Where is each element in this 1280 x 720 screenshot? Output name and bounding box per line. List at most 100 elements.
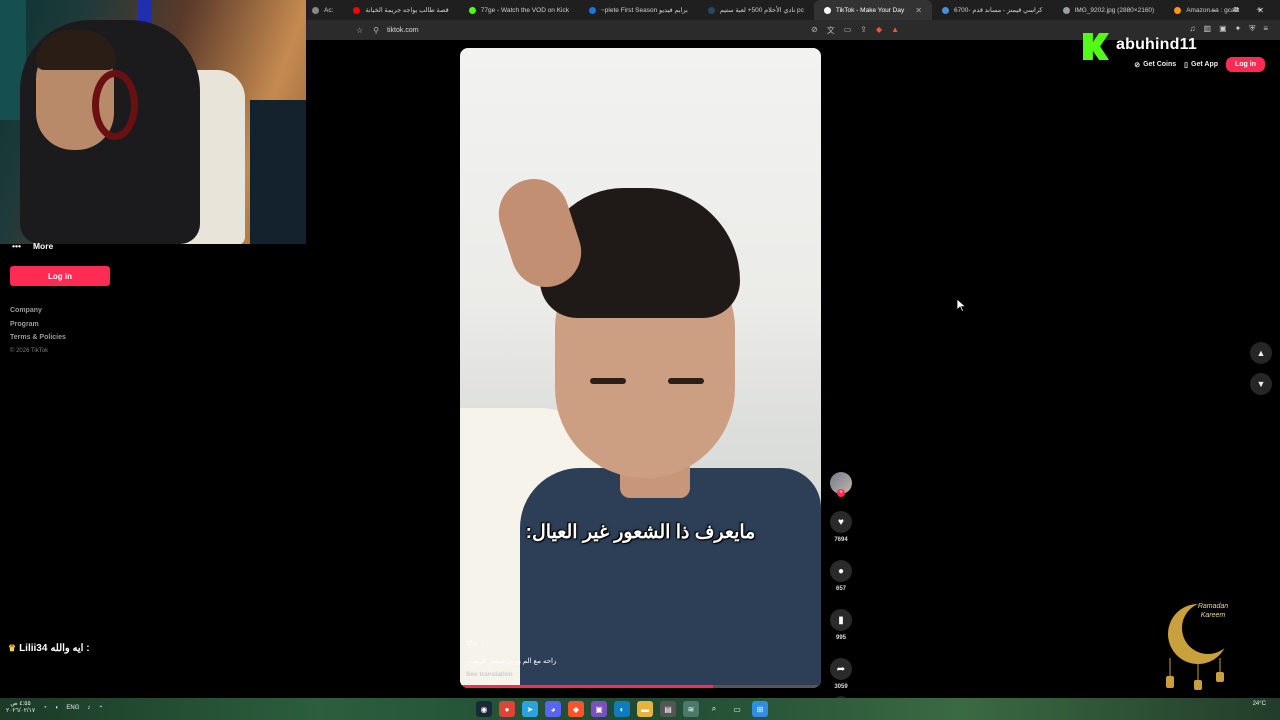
discord-app-icon[interactable]: ◕ — [545, 701, 561, 717]
telegram-app-icon[interactable]: ➤ — [522, 701, 538, 717]
clock-left: ٤:٥٥ ص ٢٠٢٦/٠٢/١٧ — [6, 701, 35, 715]
restore-button[interactable]: ⧉ — [1234, 5, 1240, 15]
chevron-down-icon: ▼ — [1256, 379, 1266, 389]
search-icon[interactable]: ⌕ — [706, 701, 722, 717]
translate-icon[interactable]: 文 — [827, 25, 835, 36]
tray-right: 24°C — [1253, 700, 1266, 708]
browser-tab[interactable]: 77ge - Watch the VOD on Kick — [459, 0, 579, 20]
browser-tab[interactable]: IMG_9202.jpg (2880×2160) — [1053, 0, 1165, 20]
taskbar-apps: ◉ ● ➤ ◕ ◆ ▣ ◐ ▬ ▤ ≋ ⌕ ▭ ⊞ — [476, 701, 768, 717]
extension-icon[interactable]: ♫ — [1190, 24, 1196, 34]
vpn-icon[interactable]: ⛨ — [1249, 24, 1255, 34]
terms-link[interactable]: Terms & Policies — [10, 334, 66, 348]
browser-tab[interactable]: Ac: — [302, 0, 343, 20]
video-subject-eye — [668, 378, 704, 384]
heart-icon: ♥ — [838, 516, 844, 528]
app-icon[interactable]: ▣ — [591, 701, 607, 717]
browser-tab[interactable]: ~plete First Season برايم فيديو — [579, 0, 698, 20]
steam-app-icon[interactable]: ◉ — [476, 701, 492, 717]
tab-label: نادي الأحلام 500+ لعبة ستيم pc — [719, 7, 804, 14]
sidebar-more[interactable]: ••• More — [12, 241, 53, 251]
windows-taskbar: ٤:٥٥ ص ٢٠٢٦/٠٢/١٧ ◔ ◖ ENG ♪ ⌃ ◉ ● ➤ ◕ ◆ … — [0, 698, 1280, 720]
cast-icon[interactable]: ▭ — [844, 25, 852, 36]
task-view-icon[interactable]: ▭ — [729, 701, 745, 717]
browser-tab-active[interactable]: TikTok - Make Your Day ✕ — [813, 0, 932, 20]
close-window-button[interactable]: ✕ — [1257, 6, 1264, 15]
video-player[interactable]: مايعرف ذا الشعور غير العيال: q1u_i راحه … — [460, 48, 821, 688]
share-arrow-icon: ➦ — [836, 663, 846, 675]
video-progress-bar[interactable] — [460, 685, 821, 688]
wallet-icon[interactable]: ▣ — [1219, 24, 1227, 34]
save-button[interactable]: ▮ — [830, 609, 852, 631]
video-subject-eye — [590, 378, 626, 384]
brave-app-icon[interactable]: ◆ — [568, 701, 584, 717]
url-field[interactable]: tiktok.com — [387, 27, 419, 34]
browser-tab[interactable]: قصة طالب يواجه جريمة الخيانة — [343, 0, 458, 20]
brave-shield-icon[interactable]: ◆ — [876, 25, 882, 36]
tab-label: قصة طالب يواجه جريمة الخيانة — [365, 7, 449, 14]
follow-plus-icon[interactable]: + — [837, 489, 845, 497]
file-explorer-icon[interactable]: ▬ — [637, 701, 653, 717]
site-info-icon[interactable]: ⚲ — [373, 26, 379, 35]
company-link[interactable]: Company — [10, 307, 66, 321]
chat-username: Lilii34 — [19, 643, 48, 654]
video-username[interactable]: q1u_i — [466, 640, 483, 647]
edge-app-icon[interactable]: ◐ — [614, 701, 630, 717]
get-coins-button[interactable]: ⊘ Get Coins — [1134, 61, 1176, 69]
sidebar-icon[interactable]: ▥ — [1204, 24, 1212, 34]
like-count: 7694 — [834, 537, 848, 543]
see-translation-link[interactable]: See translation — [466, 671, 513, 678]
creator-avatar[interactable]: + — [830, 472, 852, 497]
cam-headset — [92, 70, 138, 140]
comment-count: 657 — [835, 586, 846, 592]
program-link[interactable]: Program — [10, 321, 66, 335]
chrome-app-icon[interactable]: ● — [499, 701, 515, 717]
comment-icon: ● — [837, 565, 845, 577]
weather-temp[interactable]: 24°C — [1253, 701, 1266, 707]
comment-button[interactable]: ● — [830, 560, 852, 582]
chat-text: ايه والله : — [50, 643, 90, 654]
kick-favicon-icon — [468, 6, 476, 14]
previous-video-button[interactable]: ▲ — [1250, 342, 1272, 364]
browser-tab[interactable]: نادي الأحلام 500+ لعبة ستيم pc — [698, 0, 814, 20]
extension-icons: ♫ ▥ ▣ ✦ ⛨ ≡ — [1190, 24, 1269, 34]
browser-tab[interactable]: 6700- كراسي قيمنز - مساند قدم — [932, 0, 1053, 20]
crown-badge-icon: ♛ — [8, 643, 17, 653]
tab-label: IMG_9202.jpg (2880×2160) — [1074, 6, 1155, 14]
tab-label: Ac: — [324, 6, 334, 14]
sidebar-more-label: More — [32, 241, 54, 251]
wifi-icon[interactable]: ◔ — [43, 705, 47, 711]
video-description: راحه مع الم وربي شعور غريب . — [466, 658, 557, 665]
coin-icon: ⊘ — [1134, 61, 1141, 69]
get-app-button[interactable]: ▯ Get App — [1184, 61, 1218, 69]
app-icon[interactable]: ▤ — [660, 701, 676, 717]
volume-icon[interactable]: ◖ — [55, 705, 59, 711]
get-app-label: Get App — [1191, 61, 1218, 68]
bookmark-icon: ▮ — [838, 614, 844, 626]
windows-start-icon[interactable]: ⊞ — [752, 701, 768, 717]
header-login-button[interactable]: Log in — [1226, 57, 1265, 72]
minimize-button[interactable]: – — [1211, 6, 1215, 15]
app-icon[interactable]: ≋ — [683, 701, 699, 717]
next-video-button[interactable]: ▼ — [1250, 373, 1272, 395]
share-button[interactable]: ➦ — [830, 658, 852, 680]
menu-icon[interactable]: ≡ — [1263, 24, 1268, 34]
globe-favicon-icon — [1062, 6, 1070, 14]
tab-favicon-icon — [941, 6, 949, 14]
sidebar-login-button[interactable]: Log in — [10, 266, 110, 286]
bookmark-icon[interactable]: ☆ — [356, 26, 363, 35]
share-icon[interactable]: ⇪ — [860, 25, 867, 36]
video-caption: مايعرف ذا الشعور غير العيال: — [525, 522, 756, 543]
like-button[interactable]: ♥ — [830, 511, 852, 533]
mic-icon[interactable]: ♪ — [87, 705, 90, 711]
rewards-icon[interactable]: ▲ — [891, 25, 899, 36]
get-coins-label: Get Coins — [1143, 61, 1177, 68]
copyright: © 2026 TikTok — [10, 347, 49, 354]
no-camera-icon[interactable]: ⊘ — [811, 25, 818, 36]
language-indicator[interactable]: ENG — [66, 705, 79, 711]
tray-left: ٤:٥٥ ص ٢٠٢٦/٠٢/١٧ ◔ ◖ ENG ♪ ⌃ — [6, 701, 103, 715]
tab-label: 77ge - Watch the VOD on Kick — [480, 6, 570, 14]
tray-expand-icon[interactable]: ⌃ — [98, 705, 103, 712]
leo-icon[interactable]: ✦ — [1235, 24, 1242, 34]
tab-close-icon[interactable]: ✕ — [915, 6, 922, 15]
